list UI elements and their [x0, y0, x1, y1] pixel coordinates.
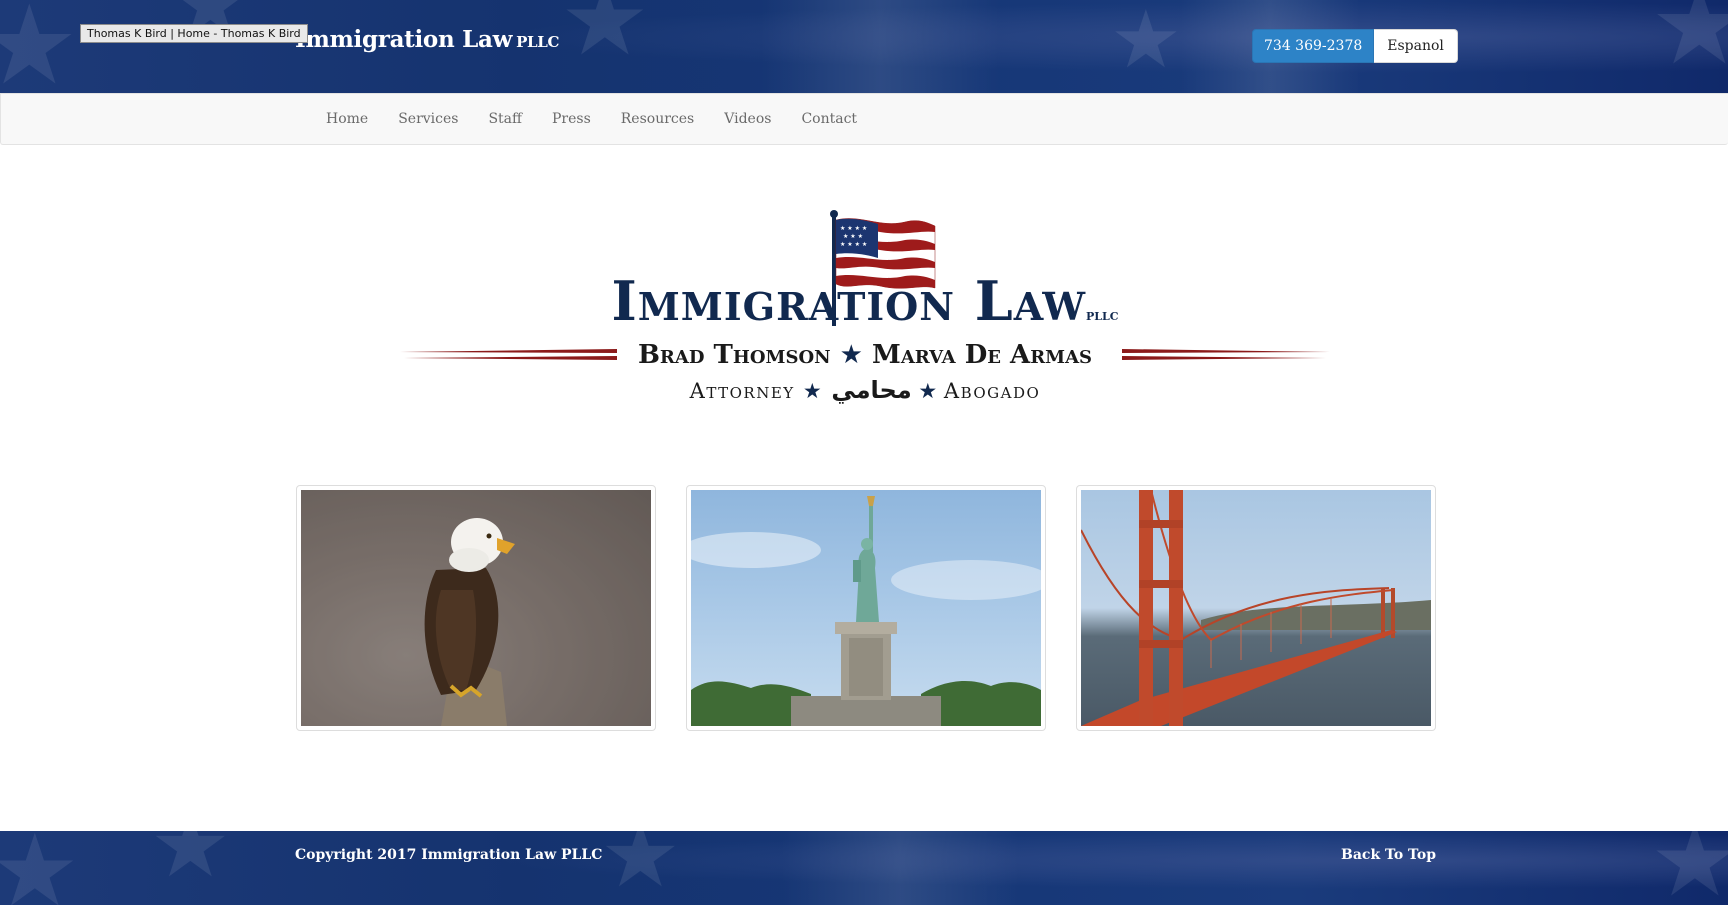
header-actions: 734 369-2378 Espanol	[1252, 29, 1458, 63]
nav-item-resources[interactable]: Resources	[606, 94, 709, 144]
nav-item-staff[interactable]: Staff	[473, 94, 537, 144]
browser-tooltip: Thomas K Bird | Home - Thomas K Bird	[80, 24, 308, 43]
nav-menu: Home Services Staff Press Resources Vide…	[311, 94, 872, 144]
svg-text:★ ★ ★ ★: ★ ★ ★ ★	[840, 225, 867, 232]
star-icon: ★	[839, 340, 863, 370]
phone-button[interactable]: 734 369-2378	[1252, 29, 1375, 63]
firm-logo: ★ ★ ★ ★ ★ ★ ★ ★ ★ ★ ★ Immigration LawPLL…	[400, 210, 1330, 410]
nav-item-contact[interactable]: Contact	[786, 94, 872, 144]
brand-name: Immigration Law	[295, 26, 513, 53]
svg-text:★ ★ ★ ★: ★ ★ ★ ★	[840, 241, 867, 248]
espanol-button[interactable]: Espanol	[1374, 29, 1458, 63]
liberty-thumbnail[interactable]	[686, 485, 1046, 731]
footer-banner: ★ ★ ★ ★	[0, 831, 1728, 905]
site-brand[interactable]: Immigration Law PLLC	[295, 26, 560, 53]
logo-name-1: Brad Thomson	[637, 340, 831, 370]
golden-gate-thumbnail[interactable]	[1076, 485, 1436, 731]
logo-role-2: محامي	[831, 376, 912, 404]
golden-gate-bridge-image	[1081, 490, 1431, 726]
copyright-text: Copyright 2017 Immigration Law PLLC	[295, 847, 603, 863]
logo-roles: Attorney ★ محامي ★ Abogado	[400, 376, 1330, 405]
logo-attorney-names: Brad Thomson ★ Marva De Armas	[400, 342, 1330, 368]
logo-title: Immigration LawPLLC	[611, 269, 1119, 333]
nav-item-press[interactable]: Press	[537, 94, 606, 144]
nav-item-home[interactable]: Home	[311, 94, 383, 144]
header-banner: ★ ★ ★ ★ ★	[0, 0, 1728, 93]
star-icon: ★	[802, 379, 824, 403]
main-navbar: Home Services Staff Press Resources Vide…	[0, 93, 1728, 145]
logo-role-3: Abogado	[943, 379, 1041, 403]
star-icon: ★	[918, 379, 938, 403]
logo-role-1: Attorney	[689, 379, 795, 403]
brand-suffix: PLLC	[516, 33, 560, 51]
eagle-thumbnail[interactable]	[296, 485, 656, 731]
eagle-image	[301, 490, 651, 726]
back-to-top-link[interactable]: Back To Top	[1341, 847, 1436, 863]
logo-name-2: Marva De Armas	[872, 340, 1093, 370]
statue-of-liberty-image	[691, 490, 1041, 726]
nav-item-videos[interactable]: Videos	[709, 94, 786, 144]
logo-title-suffix: PLLC	[1086, 310, 1119, 323]
svg-text:★ ★ ★: ★ ★ ★	[843, 233, 863, 240]
nav-item-services[interactable]: Services	[383, 94, 473, 144]
